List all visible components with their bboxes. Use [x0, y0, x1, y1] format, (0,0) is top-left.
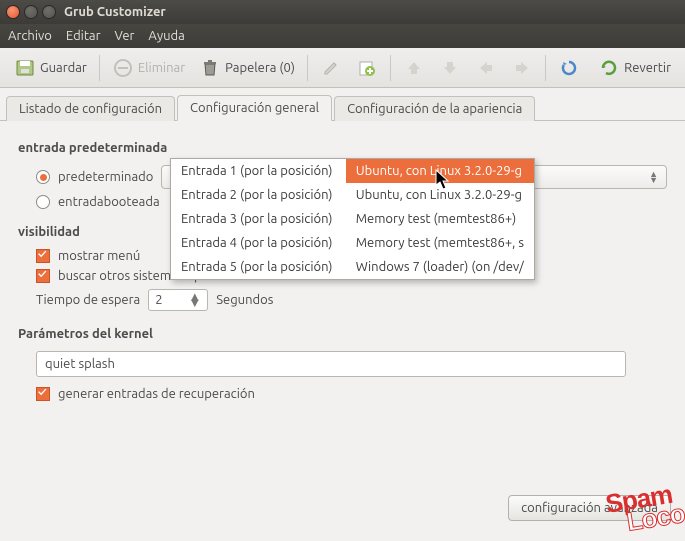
combo-arrows-icon: ▲▼	[649, 171, 658, 183]
minimize-window-button[interactable]	[24, 5, 38, 19]
section-entrada-predeterminada: entrada predeterminada	[18, 141, 667, 155]
trash-icon	[199, 57, 221, 79]
label-mostrar-menu: mostrar menú	[58, 249, 140, 263]
label-entradabooteada: entradabooteada	[58, 195, 160, 209]
dd-pos-item[interactable]: Entrada 2 (por la posición)	[171, 183, 346, 207]
check-mostrar-menu[interactable]	[36, 249, 50, 263]
dd-name-item[interactable]: Memory test (memtest86+, s	[346, 231, 534, 255]
dd-name-item[interactable]: Memory test (memtest86+)	[346, 207, 534, 231]
tab-bar: Listado de configuración Configuración g…	[0, 94, 685, 121]
edit-button	[314, 53, 348, 83]
arrow-up-icon	[403, 57, 425, 79]
up-button	[397, 53, 431, 83]
watermark: Spam Loco	[603, 477, 685, 540]
radio-entradabooteada[interactable]	[36, 195, 50, 209]
trash-button[interactable]: Papelera (0)	[193, 53, 301, 83]
dropdown-col-position: Entrada 1 (por la posición) Entrada 2 (p…	[171, 159, 346, 279]
label-predeterminado: predeterminado	[58, 170, 153, 184]
dropdown-col-name: Ubuntu, con Linux 3.2.0-29-g Ubuntu, con…	[346, 159, 534, 279]
check-buscar-otros[interactable]	[36, 269, 50, 283]
section-param-kernel: Parámetros del kernel	[18, 327, 667, 341]
radio-predeterminado[interactable]	[36, 170, 50, 184]
menu-ayuda[interactable]: Ayuda	[148, 29, 184, 43]
input-kernel-params[interactable]: quiet splash	[36, 351, 626, 377]
add-button[interactable]	[350, 53, 384, 83]
tab-listado[interactable]: Listado de configuración	[6, 96, 175, 121]
dd-pos-item[interactable]: Entrada 5 (por la posición)	[171, 255, 346, 279]
dd-name-item[interactable]: Ubuntu, con Linux 3.2.0-29-g	[346, 159, 534, 183]
revert-button[interactable]: Revertir	[592, 53, 677, 83]
dd-pos-item[interactable]: Entrada 4 (por la posición)	[171, 231, 346, 255]
menu-ver[interactable]: Ver	[115, 29, 135, 43]
delete-button: Eliminar	[106, 53, 191, 83]
left-button	[469, 53, 503, 83]
arrow-right-icon	[511, 57, 533, 79]
close-window-button[interactable]	[6, 5, 20, 19]
tab-apariencia[interactable]: Configuración de la apariencia	[334, 96, 535, 121]
dropdown-popup: Entrada 1 (por la posición) Entrada 2 (p…	[170, 158, 535, 280]
dd-pos-item[interactable]: Entrada 1 (por la posición)	[171, 159, 346, 183]
tab-general[interactable]: Configuración general	[177, 95, 332, 121]
maximize-window-button[interactable]	[42, 5, 56, 19]
menubar: Archivo Editar Ver Ayuda	[0, 24, 685, 48]
refresh-button[interactable]	[552, 53, 586, 83]
arrow-left-icon	[475, 57, 497, 79]
arrow-down-icon	[439, 57, 461, 79]
toolbar: Guardar Eliminar Papelera (0)	[0, 48, 685, 88]
refresh-icon	[558, 57, 580, 79]
spin-tiempo-espera[interactable]: 2 ▲▼	[148, 289, 208, 311]
dd-name-item[interactable]: Ubuntu, con Linux 3.2.0-29-g	[346, 183, 534, 207]
spin-arrows-icon[interactable]: ▲▼	[188, 294, 201, 306]
label-generar-recuperacion: generar entradas de recuperación	[58, 387, 255, 401]
menu-archivo[interactable]: Archivo	[8, 29, 52, 43]
dd-pos-item[interactable]: Entrada 3 (por la posición)	[171, 207, 346, 231]
titlebar: Grub Customizer	[0, 0, 685, 24]
dd-name-item[interactable]: Windows 7 (loader) (on /dev/	[346, 255, 534, 279]
revert-icon	[598, 57, 620, 79]
save-button[interactable]: Guardar	[8, 53, 93, 83]
check-generar-recuperacion[interactable]	[36, 387, 50, 401]
window-title: Grub Customizer	[64, 5, 166, 19]
add-icon	[356, 57, 378, 79]
label-segundos: Segundos	[216, 293, 273, 307]
right-button	[505, 53, 539, 83]
down-button	[433, 53, 467, 83]
pencil-icon	[320, 57, 342, 79]
label-tiempo-espera: Tiempo de espera	[36, 293, 140, 307]
save-icon	[14, 57, 36, 79]
delete-icon	[112, 57, 134, 79]
menu-editar[interactable]: Editar	[66, 29, 101, 43]
